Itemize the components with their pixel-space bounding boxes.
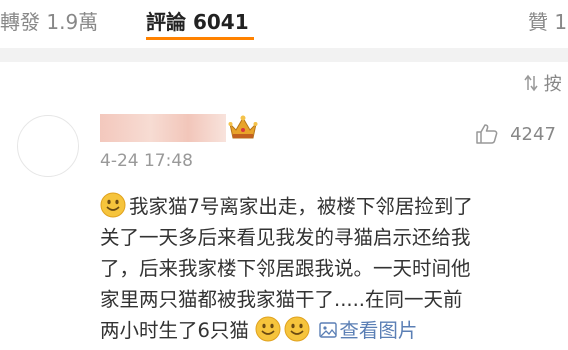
comment-line-text: 两小时生了6只猫 xyxy=(100,319,249,342)
picture-icon xyxy=(319,322,338,338)
section-divider xyxy=(0,48,568,62)
comment-line: 家里两只猫都被我家猫干了.....在同一天前 xyxy=(100,284,568,315)
comment-timestamp: 4-24 17:48 xyxy=(100,151,193,171)
comment-tabs-bar: 轉發 1.9萬 評論 6041 贊 1 xyxy=(0,0,568,40)
crown-icon xyxy=(228,115,258,139)
comment-line-text: 关了一天多后来看见我发的寻猫启示还给我 xyxy=(100,226,471,249)
username-blurred[interactable] xyxy=(100,114,226,142)
view-image-link[interactable]: 查看图片 xyxy=(319,319,417,342)
comment-body: 我家猫7号离家出走，被楼下邻居捡到了 关了一天多后来看见我发的寻猫启示还给我 了… xyxy=(100,191,568,346)
smiley-emoji-icon xyxy=(255,316,281,342)
smiley-emoji-icon xyxy=(100,192,126,218)
comment-line-text: 了，后来我家楼下邻居跟我说。一天时间他 xyxy=(100,257,471,280)
avatar[interactable] xyxy=(17,115,79,177)
smiley-emoji-icon xyxy=(284,316,310,342)
active-tab-indicator xyxy=(146,37,254,40)
comment-line: 关了一天多后来看见我发的寻猫启示还给我 xyxy=(100,222,568,253)
thumbs-up-icon xyxy=(476,124,498,144)
like-button[interactable]: 4247 xyxy=(475,122,556,146)
view-image-label: 查看图片 xyxy=(339,319,418,342)
comment-line: 两小时生了6只猫 查看图片 xyxy=(100,315,568,346)
tab-likes[interactable]: 贊 1 xyxy=(528,6,567,35)
tab-comments[interactable]: 評論 6041 xyxy=(146,6,249,35)
comment-line-text: 家里两只猫都被我家猫干了.....在同一天前 xyxy=(100,288,463,311)
sort-label: 按 xyxy=(543,74,562,95)
comment-line: 我家猫7号离家出走，被楼下邻居捡到了 xyxy=(100,191,568,222)
sort-arrows-icon xyxy=(524,74,538,92)
tab-reposts[interactable]: 轉發 1.9萬 xyxy=(0,6,98,35)
sort-toggle[interactable]: 按 xyxy=(524,70,562,96)
comment-line-text: 我家猫7号离家出走，被楼下邻居捡到了 xyxy=(129,195,473,218)
like-count: 4247 xyxy=(510,123,556,145)
comment-line: 了，后来我家楼下邻居跟我说。一天时间他 xyxy=(100,253,568,284)
